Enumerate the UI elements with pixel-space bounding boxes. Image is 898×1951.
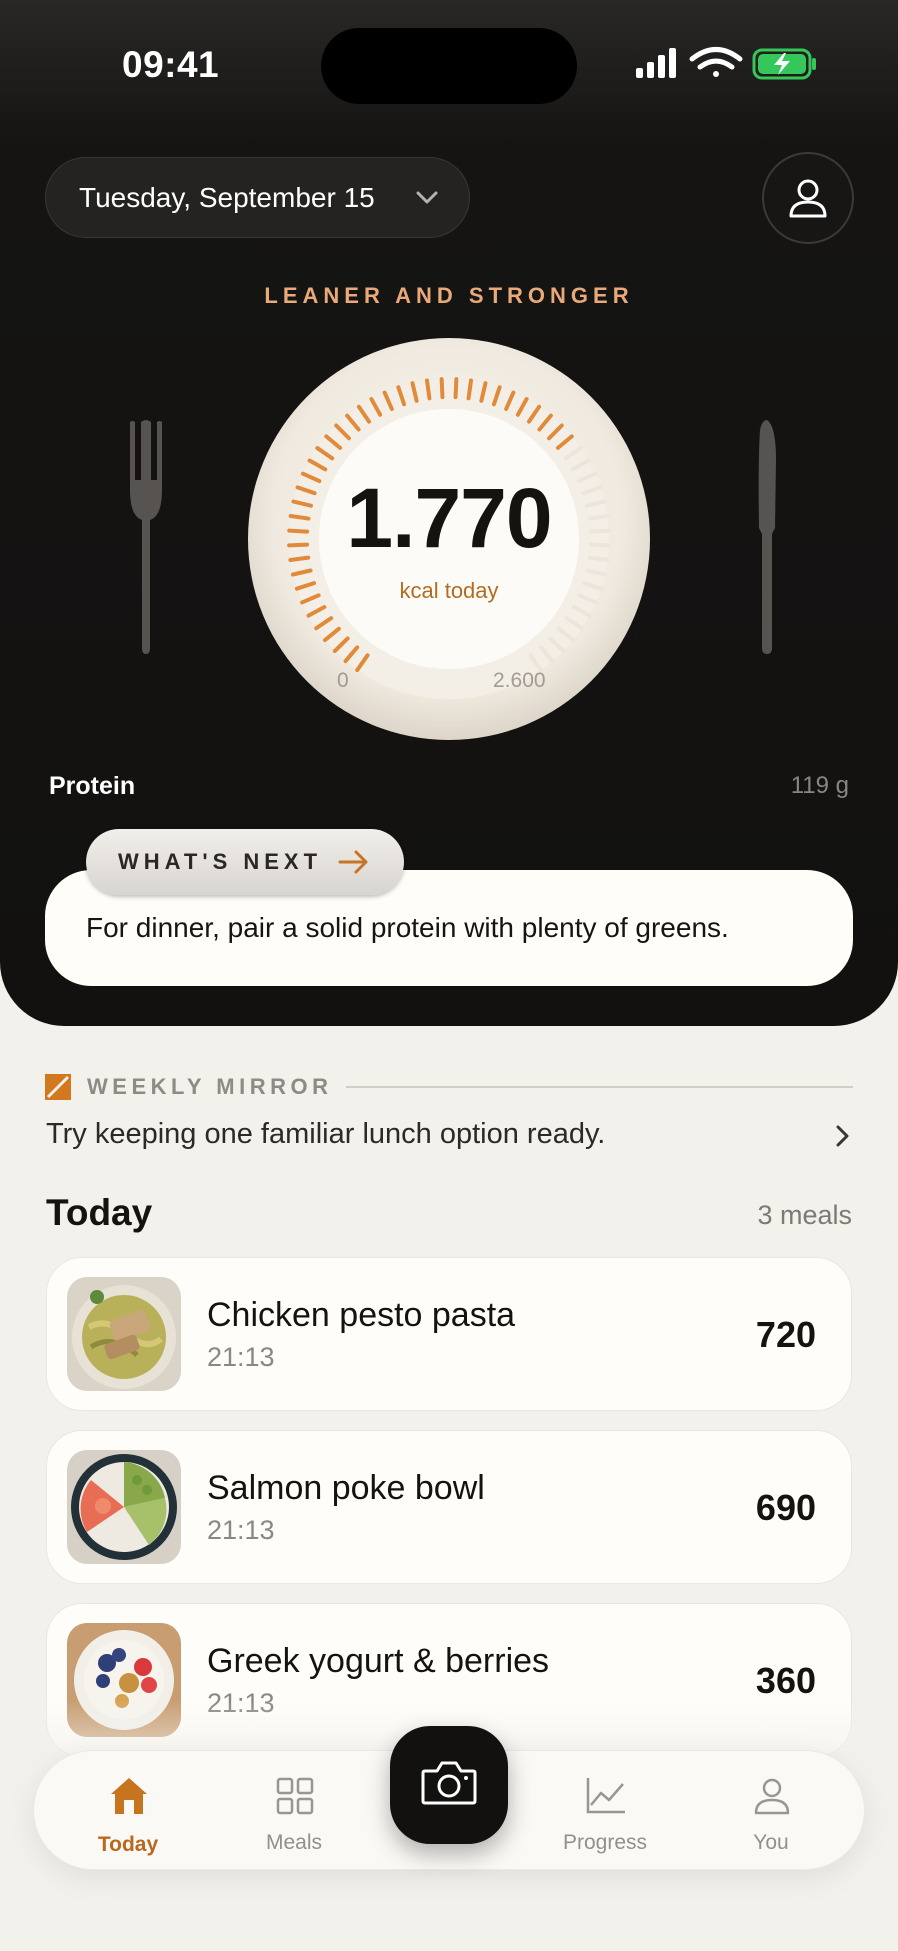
nav-today[interactable]: Today <box>63 1751 193 1871</box>
whats-next-label: WHAT'S NEXT <box>118 849 323 874</box>
goal-label: LEANER AND STRONGER <box>264 283 634 308</box>
meal-card[interactable]: Chicken pesto pasta 21:13 720 <box>46 1257 852 1411</box>
date-label: Tuesday, September 15 <box>79 181 375 213</box>
protein-label: Protein <box>49 772 136 800</box>
arrow-right-icon <box>338 850 368 874</box>
person-icon <box>754 1778 790 1815</box>
whats-next-text: For dinner, pair a solid protein with pl… <box>86 912 729 943</box>
date-selector[interactable]: Tuesday, September 15 <box>45 157 470 238</box>
meal-name: Chicken pesto pasta <box>207 1296 516 1334</box>
battery-charging-icon <box>752 48 816 80</box>
nav-label: Meals <box>265 1831 323 1854</box>
meal-kcal: 720 <box>755 1314 816 1355</box>
meal-kcal: 690 <box>755 1487 816 1528</box>
whats-next-button[interactable]: WHAT'S NEXT <box>86 829 404 895</box>
calorie-value: 1.770 <box>346 471 552 565</box>
chevron-down-icon <box>416 191 438 204</box>
meal-time: 21:13 <box>207 1515 275 1545</box>
dynamic-island <box>321 28 577 104</box>
profile-button[interactable] <box>762 152 854 244</box>
meal-card[interactable]: Salmon poke bowl 21:13 690 <box>46 1430 852 1584</box>
grid-icon <box>276 1777 314 1815</box>
nav-you[interactable]: You <box>706 1751 836 1871</box>
meal-name: Salmon poke bowl <box>207 1469 485 1507</box>
home-icon <box>111 1778 147 1814</box>
gauge-min-label: 0 <box>337 669 349 692</box>
status-icons <box>636 47 816 80</box>
progress-tick-filled <box>424 378 432 401</box>
fork-icon <box>130 420 162 654</box>
wifi-icon <box>689 47 743 77</box>
meal-photo-poke <box>67 1450 181 1564</box>
camera-icon <box>421 1761 477 1805</box>
progress-tick-filled <box>453 377 459 400</box>
nav-label: You <box>753 1831 789 1854</box>
meal-name: Greek yogurt & berries <box>207 1642 550 1680</box>
nav-meals[interactable]: Meals <box>229 1751 359 1871</box>
knife-icon <box>758 420 776 654</box>
weekly-mirror-label: WEEKLY MIRROR <box>87 1074 333 1099</box>
camera-button[interactable] <box>390 1726 508 1844</box>
calorie-unit: kcal today <box>399 578 499 603</box>
nav-progress[interactable]: Progress <box>540 1751 670 1871</box>
meal-kcal: 360 <box>755 1660 816 1701</box>
signal-icon <box>636 48 676 78</box>
meal-photo-pasta <box>67 1277 181 1391</box>
progress-tick-filled <box>466 378 474 401</box>
person-icon <box>789 179 827 218</box>
meal-time: 21:13 <box>207 1342 275 1372</box>
progress-tick-filled <box>439 377 445 400</box>
nav-label: Today <box>97 1833 159 1856</box>
chevron-right-icon[interactable] <box>835 1124 851 1148</box>
protein-value: 119 g <box>790 772 849 799</box>
mirror-icon <box>45 1074 71 1100</box>
today-title: Today <box>46 1192 153 1233</box>
chart-icon <box>586 1778 625 1814</box>
status-time: 09:41 <box>122 44 220 85</box>
gauge-max-label: 2.600 <box>493 669 546 692</box>
divider <box>346 1086 853 1088</box>
nav-label: Progress <box>562 1831 648 1854</box>
meal-count: 3 meals <box>757 1200 852 1230</box>
weekly-mirror-text[interactable]: Try keeping one familiar lunch option re… <box>46 1118 605 1151</box>
